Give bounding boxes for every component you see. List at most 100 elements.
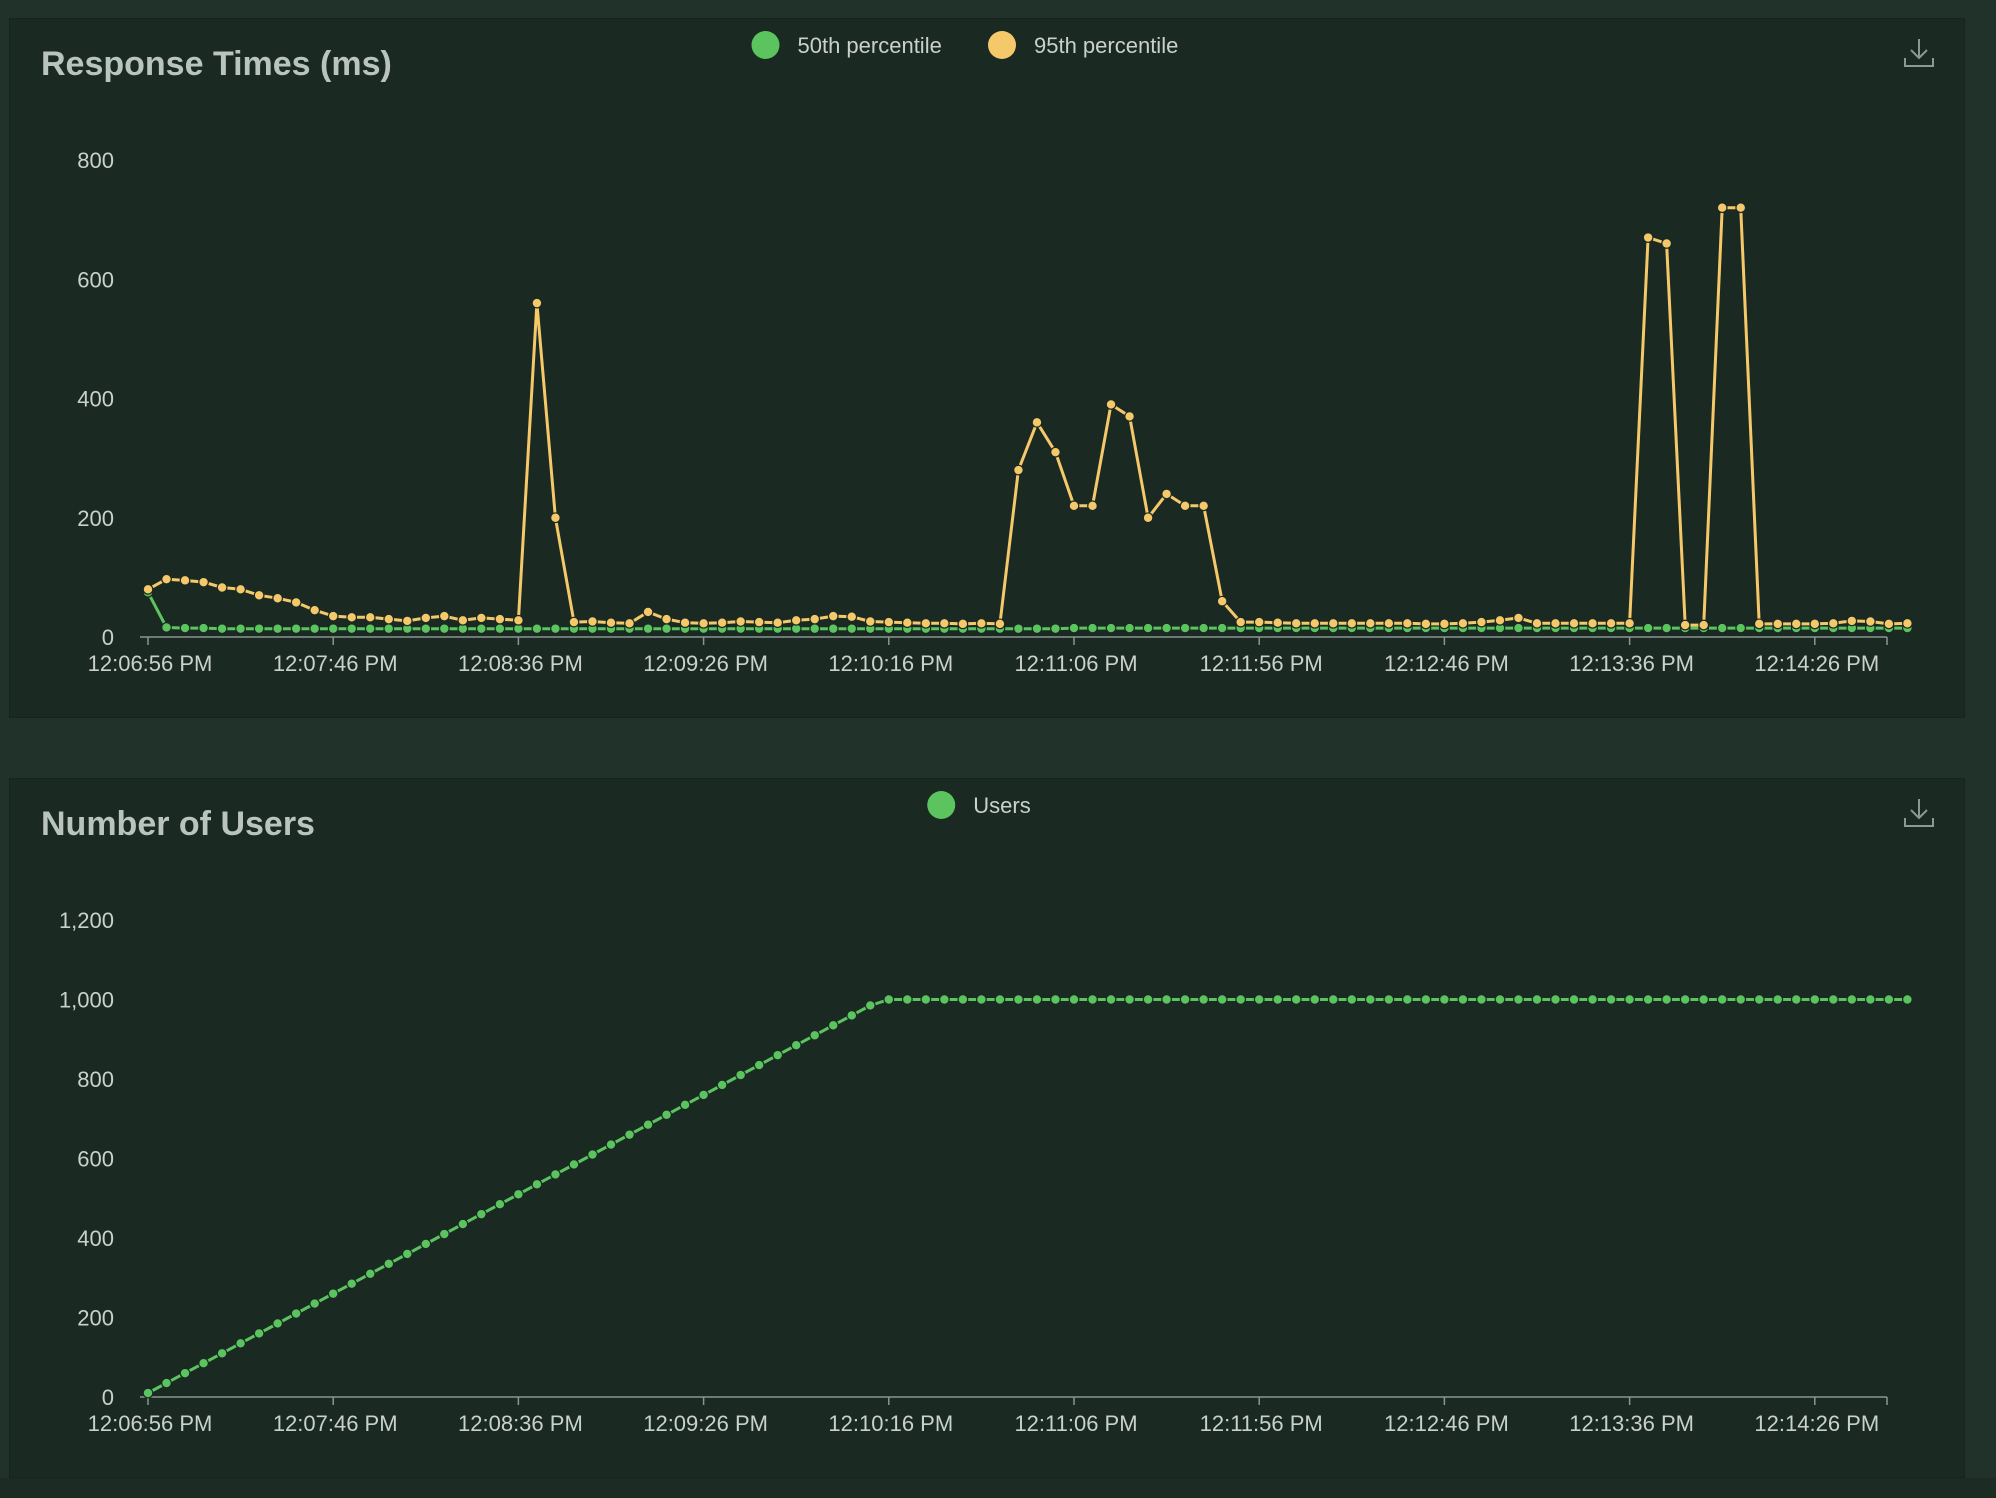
x-tick-label: 12:11:56 PM	[1200, 651, 1323, 676]
data-point	[1457, 994, 1469, 1005]
legend-label: 95th percentile	[1034, 33, 1178, 58]
data-point	[1716, 202, 1728, 214]
data-point	[235, 1337, 247, 1349]
legend-marker	[927, 791, 956, 819]
data-point	[1550, 994, 1561, 1005]
data-point	[735, 1069, 747, 1081]
data-point	[309, 604, 321, 616]
data-point	[494, 623, 506, 635]
data-point	[624, 617, 635, 629]
x-tick-label: 12:14:26 PM	[1754, 1411, 1879, 1436]
data-point	[642, 1119, 654, 1131]
data-point	[1735, 994, 1747, 1005]
x-tick-label: 12:10:16 PM	[828, 1411, 953, 1436]
data-point	[1346, 617, 1358, 629]
data-point	[1383, 994, 1395, 1005]
data-point	[1901, 617, 1913, 629]
data-point	[1735, 202, 1747, 214]
data-point	[1290, 994, 1302, 1005]
data-point	[1179, 994, 1191, 1005]
data-point	[1809, 994, 1821, 1005]
data-point	[290, 1308, 302, 1319]
data-point	[420, 623, 432, 635]
data-point	[1624, 617, 1635, 629]
data-point	[438, 623, 450, 635]
data-point	[1494, 994, 1506, 1005]
data-point	[920, 617, 932, 629]
data-point	[1309, 617, 1321, 629]
data-point	[1661, 622, 1673, 634]
data-point	[272, 1318, 284, 1329]
data-point	[1420, 994, 1432, 1005]
data-point	[1161, 488, 1172, 500]
y-tick-label: 400	[77, 387, 114, 412]
data-point	[550, 623, 561, 635]
y-tick-label: 200	[77, 506, 114, 531]
data-point	[457, 1218, 469, 1230]
data-point	[1161, 994, 1172, 1005]
data-point	[253, 1328, 265, 1339]
data-point	[1364, 994, 1376, 1005]
data-point	[864, 616, 876, 627]
data-point	[1698, 994, 1710, 1005]
data-point	[420, 1238, 432, 1250]
data-point	[550, 1169, 561, 1180]
data-point	[1864, 994, 1876, 1005]
data-point	[327, 1288, 339, 1300]
data-point	[216, 623, 228, 635]
x-tick-label: 12:07:46 PM	[273, 1411, 398, 1436]
data-point	[1401, 994, 1413, 1005]
x-tick-label: 12:11:06 PM	[1014, 1411, 1137, 1436]
data-point	[846, 623, 858, 635]
data-point	[1531, 617, 1543, 629]
data-point	[938, 994, 950, 1005]
legend-marker	[988, 31, 1016, 59]
data-point	[901, 617, 913, 629]
data-point	[198, 1357, 209, 1369]
data-point	[1346, 994, 1358, 1005]
y-tick-label: 600	[77, 1147, 114, 1172]
y-tick-label: 1,200	[59, 908, 114, 933]
data-point	[1031, 623, 1043, 635]
data-point	[827, 610, 839, 622]
x-tick-label: 12:08:36 PM	[458, 651, 583, 676]
y-tick-label: 0	[102, 1385, 114, 1410]
x-tick-label: 12:09:26 PM	[643, 1411, 768, 1436]
data-point	[161, 622, 172, 633]
data-point	[272, 592, 284, 604]
data-point	[346, 1278, 358, 1290]
data-point	[1642, 232, 1654, 243]
data-point	[957, 618, 969, 630]
data-point	[883, 994, 895, 1005]
data-point	[1013, 623, 1024, 635]
users-panel: Number of Users 0 200 400 600 800 1,000 1,200 1…	[9, 778, 1965, 1478]
data-point	[364, 611, 376, 623]
data-point	[1142, 622, 1154, 634]
data-point	[1124, 622, 1135, 634]
data-point	[531, 297, 543, 309]
data-point	[1327, 994, 1339, 1005]
data-point	[1716, 994, 1728, 1005]
data-point	[976, 617, 987, 629]
data-point	[1513, 994, 1524, 1005]
data-point	[531, 623, 543, 635]
response-times-panel: Response Times (ms) 0 200 400 600 800 12:06:5…	[9, 18, 1965, 718]
data-point	[1124, 994, 1135, 1005]
data-point	[1031, 416, 1043, 428]
data-point	[401, 1248, 413, 1260]
data-point	[1438, 994, 1450, 1005]
data-point	[1846, 994, 1858, 1005]
data-point	[142, 583, 154, 595]
data-point	[161, 573, 172, 585]
data-point	[827, 1019, 839, 1031]
data-point	[1198, 500, 1210, 512]
data-point	[605, 617, 617, 629]
data-point	[1013, 994, 1024, 1005]
data-point	[661, 1109, 672, 1121]
data-point	[1531, 994, 1543, 1005]
data-point	[772, 617, 784, 629]
data-point	[790, 1039, 802, 1051]
x-tick-label: 12:14:26 PM	[1754, 651, 1879, 676]
data-point	[531, 1178, 543, 1190]
x-tick-label: 12:13:36 PM	[1569, 651, 1694, 676]
